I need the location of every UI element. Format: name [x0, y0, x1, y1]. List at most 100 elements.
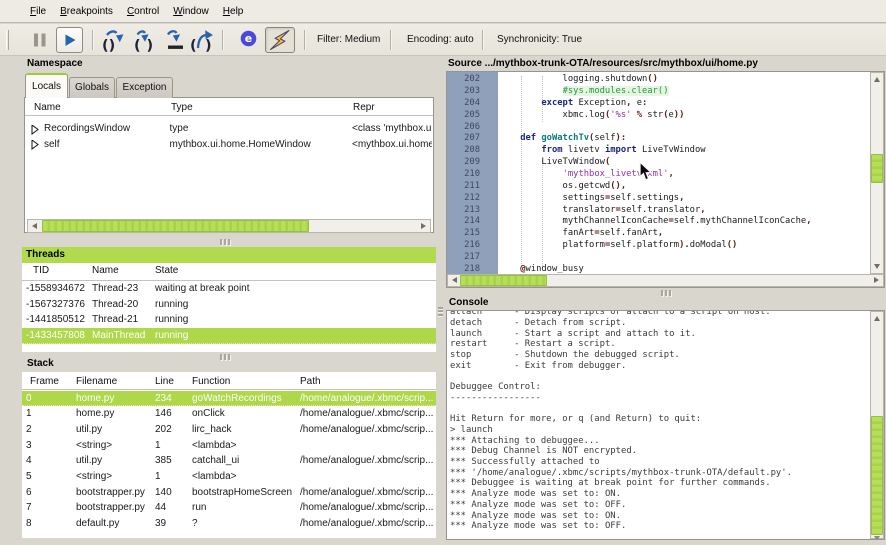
- line-number[interactable]: 204: [447, 98, 480, 108]
- stack-col-line[interactable]: Line: [155, 376, 174, 387]
- code-token: settings: [499, 193, 605, 203]
- source-hscrollbar-thumb[interactable]: [460, 275, 547, 286]
- console-vscrollbar-thumb[interactable]: [871, 416, 883, 535]
- threads-col-tid[interactable]: TID: [33, 265, 49, 276]
- stack-row[interactable]: 6 bootstrapper.py 140 bootstrapHomeScree…: [22, 485, 436, 501]
- line-number[interactable]: 203: [447, 86, 480, 96]
- line-number[interactable]: 210: [447, 169, 480, 179]
- menu-control[interactable]: Control: [120, 0, 166, 22]
- namespace-row[interactable]: RecordingsWindow type <class 'mythbox.ui…: [26, 121, 432, 137]
- stack-col-function[interactable]: Function: [192, 376, 230, 387]
- scroll-down-icon[interactable]: [874, 264, 880, 269]
- source-line-number-gutter: 202 203 204 205 206207 208 209 210 211 212 213214 2…: [447, 72, 498, 274]
- line-number[interactable]: 205: [447, 110, 480, 120]
- namespace-col-name[interactable]: Name: [34, 102, 61, 113]
- tab-locals[interactable]: Locals: [25, 73, 68, 98]
- menu-breakpoints[interactable]: Breakpoints: [53, 0, 120, 22]
- stack-row[interactable]: 1 home.py 146 onClick /home/analogue/.xb…: [22, 406, 436, 422]
- scroll-up-icon[interactable]: [874, 77, 880, 82]
- code-line: 'mythbox_livetv.xml',: [499, 169, 674, 179]
- scroll-up-icon[interactable]: [874, 316, 880, 321]
- source-hscrollbar[interactable]: [447, 274, 884, 287]
- stack-row-selected[interactable]: 0 home.py 234 goWatchRecordings /home/an…: [22, 391, 436, 407]
- thread-row-selected[interactable]: -1433457808 MainThread running: [22, 328, 436, 344]
- scroll-right-icon[interactable]: [421, 223, 426, 229]
- step-into-icon[interactable]: ( ): [133, 29, 157, 54]
- line-number[interactable]: 217: [447, 252, 480, 262]
- line-number[interactable]: 218: [447, 264, 480, 274]
- stack-filename: bootstrapper.py: [76, 485, 145, 501]
- line-number[interactable]: 208: [447, 145, 480, 155]
- toolbar-grip[interactable]: [6, 30, 9, 50]
- stack-row[interactable]: 4 util.py 385 catchall_ui /home/analogue…: [22, 453, 436, 469]
- tab-globals[interactable]: Globals: [69, 77, 115, 98]
- expand-triangle-icon[interactable]: [31, 125, 39, 137]
- stack-col-frame[interactable]: Frame: [30, 376, 59, 387]
- console-vscrollbar[interactable]: [870, 311, 884, 539]
- thread-row[interactable]: -1558934672 Thread-23 waiting at break p…: [22, 281, 436, 297]
- line-number[interactable]: 214: [447, 216, 480, 226]
- stack-row[interactable]: 3 <string> 1 <lambda>: [22, 438, 436, 454]
- stack-row[interactable]: 2 util.py 202 lirc_hack /home/analogue/.…: [22, 422, 436, 438]
- line-number[interactable]: 211: [447, 181, 480, 191]
- namespace-hscrollbar-thumb[interactable]: [42, 220, 309, 232]
- line-number[interactable]: 202: [447, 74, 480, 84]
- stack-line: 44: [155, 500, 166, 516]
- stack-frame: 1: [26, 406, 32, 422]
- splitter-source-console[interactable]: [660, 288, 672, 299]
- line-number[interactable]: 216: [447, 240, 480, 250]
- stack-col-path[interactable]: Path: [300, 376, 321, 387]
- thread-row[interactable]: -1441850512 Thread-21 running: [22, 312, 436, 328]
- tab-exception[interactable]: Exception: [116, 77, 173, 98]
- scroll-down-icon[interactable]: [874, 536, 880, 540]
- menu-help[interactable]: Help: [216, 0, 251, 22]
- code-token: os.getcwd: [499, 181, 610, 191]
- line-number[interactable]: 212: [447, 193, 480, 203]
- threads-col-name[interactable]: Name: [92, 265, 119, 276]
- scroll-left-icon[interactable]: [452, 277, 457, 283]
- goto-icon[interactable]: [165, 29, 187, 53]
- line-number[interactable]: 207: [447, 133, 480, 143]
- line-number[interactable]: 206: [447, 122, 480, 132]
- splitter-threads-stack[interactable]: [219, 352, 231, 363]
- code-token: ,: [658, 228, 663, 238]
- thread-tid: -1433457808: [26, 328, 85, 344]
- namespace-hscrollbar[interactable]: [27, 219, 431, 233]
- namespace-col-repr[interactable]: Repr: [353, 102, 375, 113]
- code-token: window_busy: [525, 264, 583, 274]
- stack-filename: <string>: [76, 469, 112, 485]
- pause-icon[interactable]: [33, 32, 48, 48]
- expand-triangle-icon[interactable]: [31, 140, 39, 152]
- source-vscrollbar-thumb[interactable]: [871, 154, 883, 183]
- source-vscrollbar[interactable]: [870, 72, 884, 274]
- line-number[interactable]: 213: [447, 205, 480, 215]
- threads-col-state[interactable]: State: [155, 265, 178, 276]
- console-output[interactable]: attach - Display scripts or attach to a …: [450, 310, 792, 532]
- step-return-icon[interactable]: ( ): [189, 27, 220, 54]
- stack-frame: 4: [26, 453, 32, 469]
- menu-file[interactable]: File: [23, 0, 53, 22]
- scroll-left-icon[interactable]: [32, 223, 37, 229]
- namespace-row[interactable]: self mythbox.ui.home.HomeWindow <mythbox…: [26, 137, 432, 153]
- stack-row[interactable]: 5 <string> 1 <lambda>: [22, 469, 436, 485]
- stack-row[interactable]: 7 bootstrapper.py 44 run /home/analogue/…: [22, 500, 436, 516]
- thread-row[interactable]: -1567327376 Thread-20 running: [22, 297, 436, 313]
- source-editor[interactable]: 202 203 204 205 206207 208 209 210 211 212 213214 2…: [446, 71, 885, 288]
- line-number[interactable]: 215: [447, 228, 480, 238]
- encoding-icon[interactable]: e: [240, 30, 257, 47]
- go-button[interactable]: [56, 27, 83, 53]
- code-token: self.mythChannelIconCache: [674, 216, 806, 226]
- source-code-area[interactable]: logging.shutdown() #sys.modules.clear() …: [499, 72, 871, 274]
- scroll-right-icon[interactable]: [874, 277, 879, 283]
- menu-window[interactable]: Window: [166, 0, 216, 22]
- line-number[interactable]: 209: [447, 157, 480, 167]
- console[interactable]: attach - Display scripts or attach to a …: [446, 310, 885, 540]
- stack-path: /home/analogue/.xbmc/scrip...: [300, 500, 433, 516]
- stack-row[interactable]: 8 default.py 39 ? /home/analogue/.xbmc/s…: [22, 516, 436, 532]
- namespace-col-type[interactable]: Type: [171, 102, 193, 113]
- step-over-icon[interactable]: (): [101, 29, 129, 54]
- stack-col-filename[interactable]: Filename: [76, 376, 117, 387]
- splitter-left-right[interactable]: [438, 305, 443, 317]
- analyze-button[interactable]: [265, 27, 295, 53]
- code-token: doModal: [690, 240, 727, 250]
